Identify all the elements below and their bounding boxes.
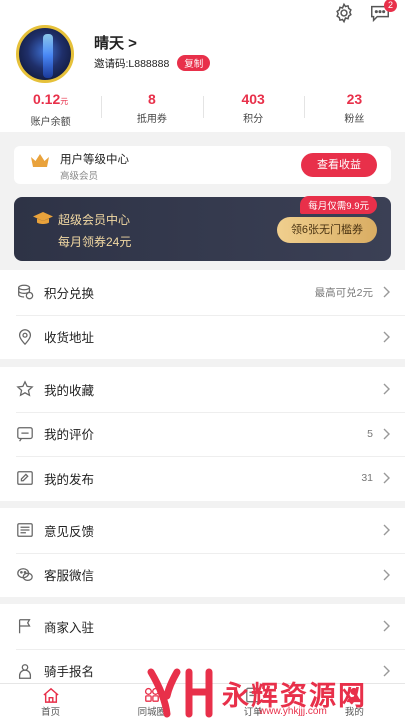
menu-label: 我的收藏 (44, 383, 95, 398)
flag-icon (16, 617, 34, 635)
claim-coupons-button[interactable]: 领6张无门槛券 (277, 217, 377, 243)
menu-item-feedback[interactable]: 意见反馈 (0, 508, 405, 553)
avatar[interactable] (16, 25, 74, 83)
copy-button[interactable]: 复制 (177, 55, 211, 71)
view-earnings-button[interactable]: 查看收益 (301, 153, 377, 177)
messages-button[interactable]: 2 (369, 0, 397, 24)
gear-icon (336, 2, 352, 24)
menu-item-my-posts[interactable]: 我的发布 31 (0, 456, 405, 501)
chevron-right-icon (383, 620, 390, 632)
wechat-icon (16, 566, 34, 584)
chevron-right-icon (383, 524, 390, 536)
watermark-url: www.yhkjjj.com (259, 706, 327, 717)
menu-label: 商家入驻 (44, 620, 95, 635)
menu-value: 最高可兑2元 (314, 286, 373, 299)
stat-label: 账户余额 (30, 117, 71, 128)
chevron-right-icon (383, 286, 390, 298)
menu-group: 意见反馈 客服微信 (0, 508, 405, 597)
invite-row: 邀请码:L888888 复制 (94, 55, 211, 71)
menu-label: 我的发布 (44, 472, 95, 487)
profile-header: 2 晴天 > 邀请码:L888888 复制 0.12元 账户余额 8 抵用券 4… (0, 0, 405, 132)
menu-group: 积分兑换 最高可兑2元 收货地址 (0, 270, 405, 359)
watermark: 永辉资源网 www.yhkjjj.com (147, 666, 397, 720)
home-icon (43, 687, 59, 703)
menu-item-reviews[interactable]: 我的评价 5 (0, 411, 405, 457)
stat-label: 积分 (243, 114, 264, 125)
stats-bar: 0.12元 账户余额 8 抵用券 403 积分 23 粉丝 (0, 90, 405, 128)
level-card[interactable]: 用户等级中心 高级会员 查看收益 (14, 146, 391, 184)
stat-label: 抵用券 (136, 114, 167, 125)
stat-value: 403 (241, 91, 265, 107)
chevron-right-icon (383, 428, 390, 440)
edit-icon (16, 469, 34, 487)
graduation-cap-icon (33, 212, 53, 224)
invite-code: 邀请码:L888888 (94, 57, 170, 70)
menu-item-customer-service-wechat[interactable]: 客服微信 (0, 552, 405, 598)
menu-value: 5 (367, 427, 373, 440)
menu-item-favorites[interactable]: 我的收藏 (0, 367, 405, 412)
notification-badge: 2 (384, 0, 397, 12)
stat-unit: 元 (60, 97, 69, 106)
chevron-right-icon (383, 383, 390, 395)
watermark-logo (147, 668, 213, 718)
menu-label: 积分兑换 (44, 286, 95, 301)
vip-title: 超级会员中心 (58, 213, 131, 227)
stat-fans[interactable]: 23 粉丝 (303, 90, 405, 128)
menu-label: 我的评价 (44, 428, 95, 443)
menu-group: 我的收藏 我的评价 5 我的发布 31 (0, 367, 405, 501)
menu-item-points-exchange[interactable]: 积分兑换 最高可兑2元 (0, 270, 405, 315)
stat-coupons[interactable]: 8 抵用券 (101, 90, 202, 128)
chevron-right-icon (383, 331, 390, 343)
menu-label: 意见反馈 (44, 524, 95, 539)
stat-balance[interactable]: 0.12元 账户余额 (0, 90, 101, 128)
user-name[interactable]: 晴天 > (94, 32, 137, 53)
tab-home[interactable]: 首页 (0, 684, 101, 720)
level-title: 用户等级中心 (60, 154, 129, 166)
chevron-right-icon (383, 472, 390, 484)
vip-price-tag: 每月仅需9.9元 (300, 196, 377, 214)
settings-button[interactable] (333, 2, 355, 24)
menu-value: 31 (361, 472, 373, 485)
stat-value: 8 (147, 91, 156, 107)
menu-label: 收货地址 (44, 331, 95, 346)
stat-label: 粉丝 (344, 114, 365, 125)
location-icon (16, 328, 34, 346)
rider-icon (16, 662, 34, 680)
menu-item-merchant-join[interactable]: 商家入驻 (0, 604, 405, 649)
tab-label: 首页 (41, 706, 61, 718)
crown-icon (31, 154, 49, 167)
feedback-icon (16, 521, 34, 539)
stat-value: 23 (346, 91, 363, 107)
comment-icon (16, 425, 34, 443)
top-icons: 2 (333, 0, 397, 24)
stat-points[interactable]: 403 积分 (202, 90, 304, 128)
stat-value: 0.12 (33, 91, 61, 107)
coins-icon (16, 283, 34, 301)
star-icon (16, 380, 34, 398)
chevron-right-icon (383, 569, 390, 581)
menu-label: 客服微信 (44, 569, 95, 584)
vip-subtitle: 每月领券24元 (58, 235, 132, 249)
menu-item-shipping-address[interactable]: 收货地址 (0, 314, 405, 360)
vip-card[interactable]: 超级会员中心 每月领券24元 每月仅需9.9元 领6张无门槛券 (14, 196, 391, 261)
level-subtitle: 高级会员 (60, 171, 99, 182)
